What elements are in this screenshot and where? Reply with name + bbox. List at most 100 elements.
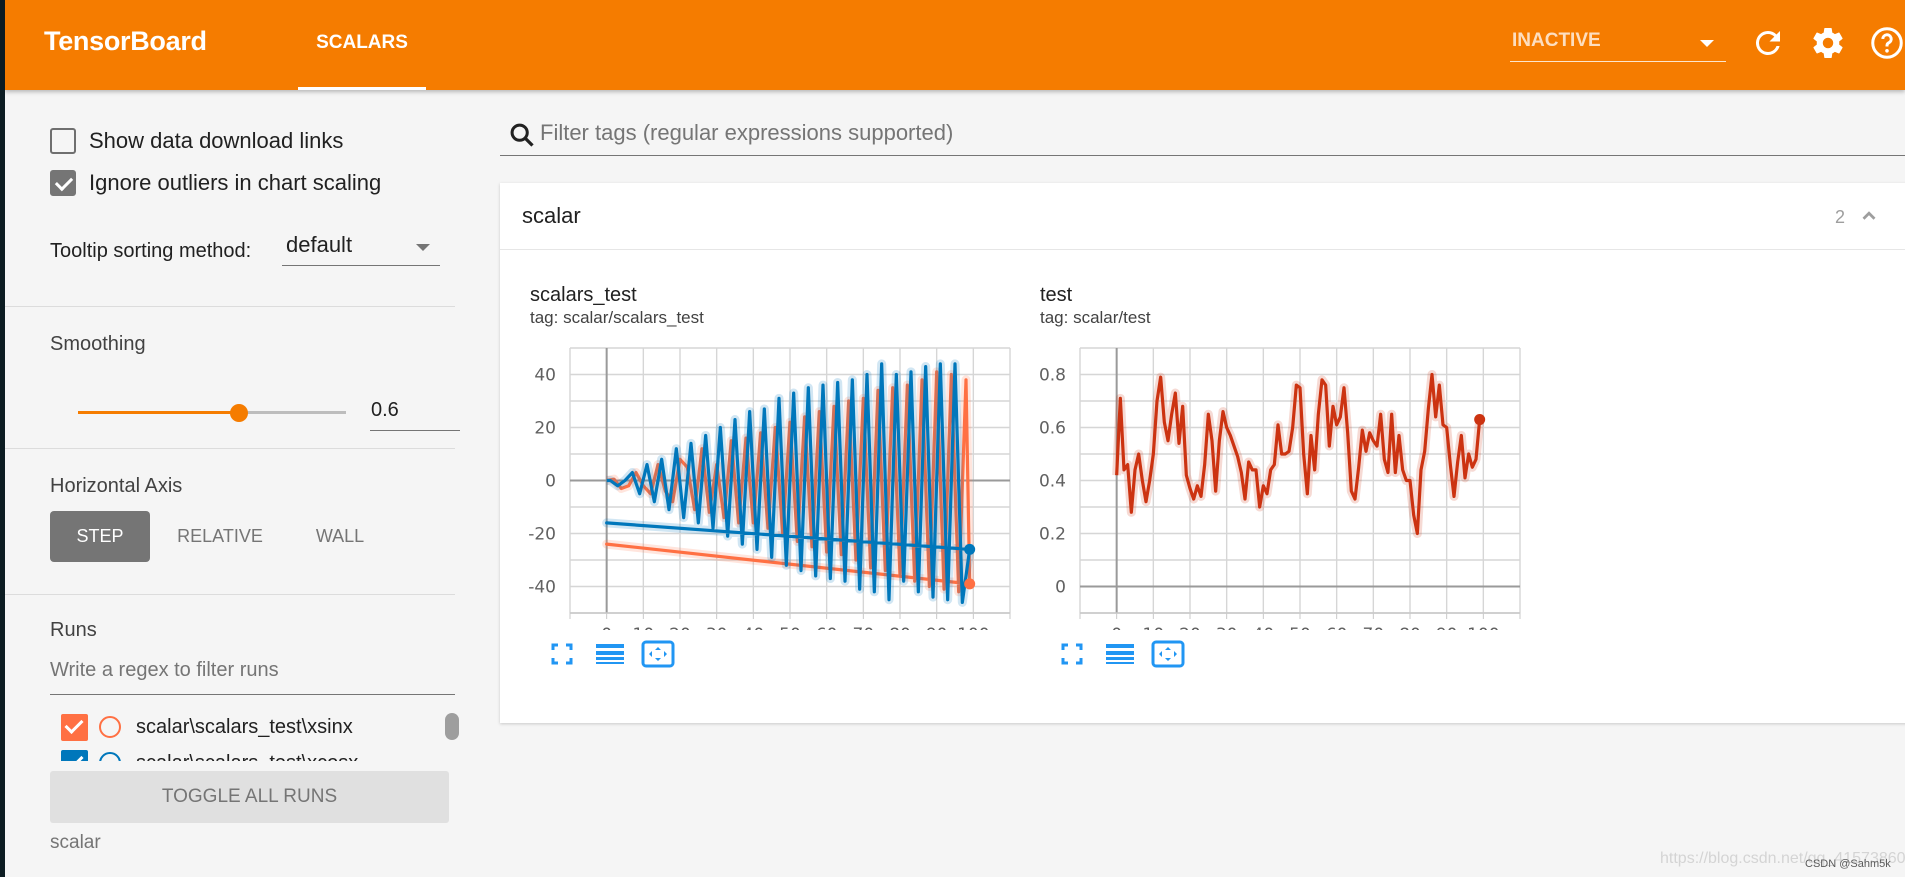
ignore-outliers-label: Ignore outliers in chart scaling — [89, 170, 382, 195]
filter-tags-placeholder: Filter tags (regular expressions support… — [540, 120, 954, 145]
sidebar: Show data download links Ignore outliers… — [5, 90, 460, 877]
toggle-log-scale-button[interactable] — [1103, 640, 1137, 668]
run-item[interactable]: scalar\scalars_test\xcosx — [61, 749, 358, 761]
chart-card-test: test tag: scalar/test 0 10 20 30 40 50 60 70 80 9… — [1010, 250, 1521, 670]
log-scale-icon — [596, 644, 624, 664]
inactive-select-value: INACTIVE — [1512, 30, 1601, 51]
smoothing-value-input[interactable]: 0.6 — [370, 395, 460, 431]
x-tick-label: 90 — [926, 625, 948, 630]
y-tick-label: 0.8 — [1039, 366, 1066, 386]
x-tick-label: 70 — [1363, 625, 1385, 630]
x-tick-label: 70 — [853, 625, 875, 630]
fit-domain-button[interactable] — [1151, 640, 1185, 668]
run-radio-icon[interactable] — [99, 752, 121, 761]
chart-tag: tag: scalar/test — [1040, 308, 1151, 327]
category-count-badge: 2 — [1835, 207, 1846, 227]
chart-card-scalars-test: scalars_test tag: scalar/scalars_test 0 1… — [500, 250, 1011, 670]
search-icon — [510, 123, 534, 147]
x-tick-label: 30 — [706, 625, 728, 630]
tensorboard-app: TensorBoard SCALARS INACTIVE Show data d… — [5, 0, 1905, 877]
sidebar-general-options: Show data download links Ignore outliers… — [5, 90, 455, 307]
y-tick-label: 0.2 — [1039, 525, 1066, 545]
x-tick-label: 10 — [633, 625, 655, 630]
series-last-point[interactable] — [1474, 414, 1486, 426]
show-download-links-label: Show data download links — [89, 128, 344, 153]
run-list-scrollbar[interactable] — [445, 713, 459, 740]
ignore-outliers-checkbox[interactable]: Ignore outliers in chart scaling — [50, 170, 381, 196]
help-icon — [1871, 27, 1903, 59]
y-tick-label: 20 — [534, 419, 556, 439]
x-tick-label: 20 — [1179, 625, 1201, 630]
chart-actions — [545, 640, 689, 668]
x-tick-label: 20 — [669, 625, 691, 630]
inactive-dashboards-select[interactable]: INACTIVE — [1510, 26, 1726, 62]
settings-gear-icon — [1813, 27, 1843, 58]
run-checkbox-checked-icon[interactable] — [61, 713, 88, 741]
series-last-point[interactable] — [964, 543, 976, 555]
expand-chart-button[interactable] — [545, 640, 579, 668]
expand-chart-button[interactable] — [1055, 640, 1089, 668]
x-tick-label: 80 — [889, 625, 911, 630]
x-tick-label: 50 — [779, 625, 801, 630]
line-chart-scalars-test[interactable]: 0 10 20 30 40 50 60 70 80 90 100 -40 -20 0 20 40 — [500, 340, 1030, 630]
toggle-all-runs-button[interactable]: TOGGLE ALL RUNS — [50, 771, 449, 823]
x-tick-label: 0 — [601, 625, 612, 630]
smoothing-title: Smoothing — [50, 333, 146, 355]
slider-fill — [78, 411, 239, 414]
smoothing-slider[interactable] — [78, 403, 346, 423]
fullscreen-icon — [551, 643, 573, 665]
log-scale-icon — [1106, 644, 1134, 664]
x-tick-label: 50 — [1289, 625, 1311, 630]
checkbox-unchecked-icon — [50, 128, 76, 154]
run-list: scalar\scalars_test\xsinx scalar\scalars… — [50, 703, 455, 761]
help-button[interactable] — [1869, 25, 1905, 61]
axis-step-button[interactable]: STEP — [50, 511, 150, 562]
top-bar: TensorBoard SCALARS INACTIVE — [5, 0, 1905, 90]
fit-to-data-icon — [1151, 640, 1185, 668]
x-tick-label: 40 — [1253, 625, 1275, 630]
filter-tags-input[interactable]: Filter tags (regular expressions support… — [500, 116, 1905, 156]
run-checkbox-checked-icon[interactable] — [61, 749, 88, 761]
chevron-up-icon[interactable] — [1858, 205, 1880, 227]
smoothing-section: Smoothing 0.6 — [5, 307, 460, 449]
category-header[interactable]: scalar 2 — [500, 183, 1905, 250]
series-last-point[interactable] — [964, 578, 976, 590]
tooltip-sorting-select[interactable]: default — [282, 228, 440, 266]
run-item[interactable]: scalar\scalars_test\xsinx — [61, 713, 353, 741]
axis-relative-button[interactable]: RELATIVE — [150, 511, 290, 562]
x-tick-label: 10 — [1143, 625, 1165, 630]
y-tick-label: 0 — [1055, 578, 1066, 598]
tab-scalars[interactable]: SCALARS — [298, 0, 426, 90]
settings-button[interactable] — [1810, 25, 1846, 61]
axis-wall-button[interactable]: WALL — [290, 511, 390, 562]
line-chart-test[interactable]: 0 10 20 30 40 50 60 70 80 90 100 0 0.2 0.4 0.6 0.8 — [1010, 340, 1540, 630]
refresh-button[interactable] — [1750, 25, 1786, 61]
run-radio-icon[interactable] — [99, 716, 121, 738]
x-tick-label: 30 — [1216, 625, 1238, 630]
y-tick-label: 0.4 — [1039, 472, 1066, 492]
x-tick-label: 100 — [957, 625, 989, 630]
chart-tag: tag: scalar/scalars_test — [530, 308, 704, 327]
app-title: TensorBoard — [44, 26, 207, 56]
dropdown-caret-icon — [1700, 40, 1714, 47]
runs-title: Runs — [50, 619, 97, 641]
slider-knob[interactable] — [229, 404, 248, 422]
category-title: scalar — [522, 203, 581, 228]
runs-filter-input[interactable]: Write a regex to filter runs — [50, 651, 455, 695]
show-download-links-checkbox[interactable]: Show data download links — [50, 128, 343, 154]
x-tick-label: 60 — [1326, 625, 1348, 630]
x-tick-label: 60 — [816, 625, 838, 630]
y-tick-label: 0.6 — [1039, 419, 1066, 439]
run-name: scalar\scalars_test\xsinx — [136, 715, 353, 738]
fit-domain-button[interactable] — [641, 640, 675, 668]
x-tick-label: 80 — [1399, 625, 1421, 630]
run-group-label: scalar — [50, 832, 101, 853]
x-tick-label: 90 — [1436, 625, 1458, 630]
toggle-log-scale-button[interactable] — [593, 640, 627, 668]
x-tick-label: 100 — [1467, 625, 1499, 630]
category-card-scalar: scalar 2 scalars_test tag: scalar/scalar… — [500, 183, 1905, 723]
x-tick-label: 0 — [1111, 625, 1122, 630]
active-tab-indicator — [298, 87, 426, 90]
y-tick-label: 0 — [545, 472, 556, 492]
y-tick-label: -40 — [528, 578, 556, 598]
